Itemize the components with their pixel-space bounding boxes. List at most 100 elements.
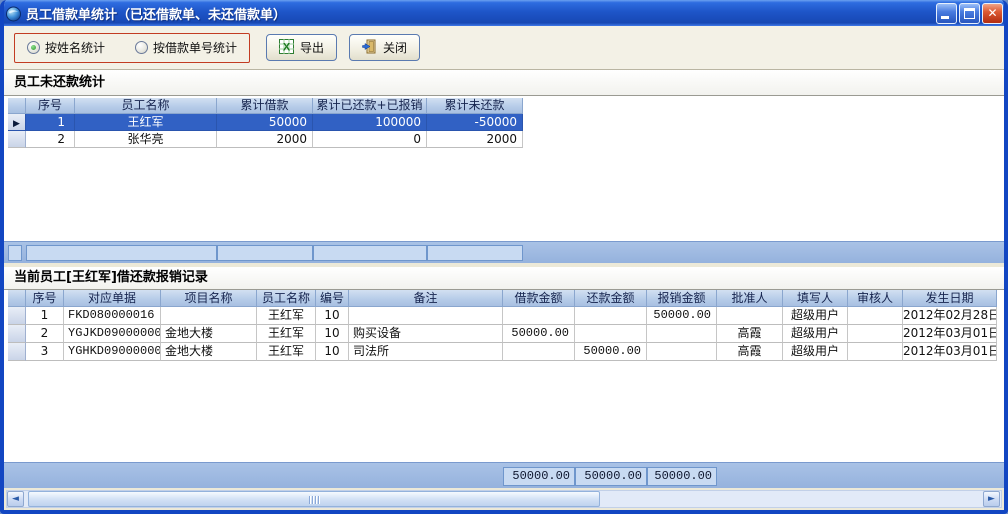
radio-by-loan-number[interactable]: 按借款单号统计 xyxy=(135,39,237,56)
loan-records-panel: 当前员工[王红军]借还款报销记录 序号 对应单据 项目名称 员工名称 编号 备注… xyxy=(4,267,1004,488)
grid2-cell[interactable]: 2012年03月01日 xyxy=(903,325,997,343)
grid1-cell[interactable]: 100000 xyxy=(313,114,427,131)
grid2-col[interactable]: 借款金额 xyxy=(503,290,575,307)
grid1-row-selector[interactable] xyxy=(8,131,26,148)
grid2-cell[interactable]: 2012年03月01日 xyxy=(903,343,997,361)
grid2-col[interactable]: 序号 xyxy=(26,290,64,307)
grid2-cell[interactable]: 王红军 xyxy=(257,307,316,325)
title-bar[interactable]: 员工借款单统计（已还借款单、未还借款单） ✕ xyxy=(0,0,1008,26)
grid2-col[interactable]: 发生日期 xyxy=(903,290,997,307)
grid2-cell[interactable] xyxy=(161,307,257,325)
grid2-cell[interactable]: FKD080000016 xyxy=(64,307,161,325)
app-icon[interactable] xyxy=(5,5,22,22)
grid2-cell[interactable] xyxy=(575,325,647,343)
close-button[interactable]: ✕ xyxy=(982,3,1003,24)
grid2-cell[interactable]: 王红军 xyxy=(257,325,316,343)
grid2-cell[interactable] xyxy=(503,307,575,325)
grid2-col[interactable]: 项目名称 xyxy=(161,290,257,307)
grid2-cell[interactable]: 3 xyxy=(26,343,64,361)
grid2-cell[interactable]: 高霞 xyxy=(717,343,783,361)
grid2-cell[interactable]: 10 xyxy=(316,325,349,343)
grid1-cell[interactable]: 50000 xyxy=(217,114,313,131)
grid2-cell[interactable]: 2012年02月28日 xyxy=(903,307,997,325)
grid2-col[interactable]: 编号 xyxy=(316,290,349,307)
grid2-cell[interactable]: 10 xyxy=(316,307,349,325)
grid2-row[interactable]: 3 YGHKD090000001 金地大楼 王红军 10 司法所 50000.0… xyxy=(8,343,997,361)
grid2-cell[interactable] xyxy=(647,325,717,343)
grid1-footer-cell xyxy=(26,245,217,261)
grid1-cell[interactable]: 0 xyxy=(313,131,427,148)
grid1-col-repaid[interactable]: 累计已还款+已报销 xyxy=(313,98,427,114)
grid2-row-selector[interactable] xyxy=(8,307,26,325)
horizontal-scrollbar[interactable]: ◄ ► xyxy=(6,490,1002,508)
grid2-col[interactable]: 批准人 xyxy=(717,290,783,307)
total-repay: 50000.00 xyxy=(575,467,647,486)
scrollbar-grip-icon xyxy=(309,496,319,504)
grid1-col-seq[interactable]: 序号 xyxy=(26,98,75,114)
grid1-cell[interactable]: 2 xyxy=(26,131,75,148)
grid2-row-selector[interactable] xyxy=(8,325,26,343)
grid2-col[interactable]: 对应单据 xyxy=(64,290,161,307)
grid2-col[interactable]: 填写人 xyxy=(783,290,848,307)
grid2-cell[interactable]: 金地大楼 xyxy=(161,325,257,343)
grid2-cell[interactable]: 王红军 xyxy=(257,343,316,361)
grid2-cell[interactable] xyxy=(349,307,503,325)
close-window-button[interactable]: 关闭 xyxy=(349,34,420,61)
grid2-col[interactable]: 报销金额 xyxy=(647,290,717,307)
grid2-col[interactable]: 审核人 xyxy=(848,290,903,307)
grid2-cell[interactable] xyxy=(717,307,783,325)
grid1-col-name[interactable]: 员工名称 xyxy=(75,98,217,114)
grid1-footer-band xyxy=(4,241,1004,263)
grid2-cell[interactable]: 购买设备 xyxy=(349,325,503,343)
grid2-col[interactable]: 还款金额 xyxy=(575,290,647,307)
grid2-cell[interactable]: 超级用户 xyxy=(783,325,848,343)
grid1-cell[interactable]: -50000 xyxy=(427,114,523,131)
grid2-cell[interactable]: 金地大楼 xyxy=(161,343,257,361)
grid2-cell[interactable]: 10 xyxy=(316,343,349,361)
grid2-cell[interactable]: 超级用户 xyxy=(783,343,848,361)
grid2-row[interactable]: 2 YGJKD090000001 金地大楼 王红军 10 购买设备 50000.… xyxy=(8,325,997,343)
grid1-row[interactable]: 2 张华亮 2000 0 2000 xyxy=(8,131,523,148)
grid2-cell[interactable]: 50000.00 xyxy=(503,325,575,343)
grid2-cell[interactable]: YGJKD090000001 xyxy=(64,325,161,343)
scroll-left-arrow-icon[interactable]: ◄ xyxy=(7,491,24,507)
window-title: 员工借款单统计（已还借款单、未还借款单） xyxy=(26,4,936,23)
radio-by-name[interactable]: 按姓名统计 xyxy=(27,39,105,56)
grid1-footer-borrowed xyxy=(217,245,313,261)
grid1-cell[interactable]: 2000 xyxy=(217,131,313,148)
grid1-cell[interactable]: 王红军 xyxy=(75,114,217,131)
grid2-col[interactable]: 备注 xyxy=(349,290,503,307)
export-button[interactable]: X 导出 xyxy=(266,34,337,61)
grid1-cell[interactable]: 2000 xyxy=(427,131,523,148)
grid1-cell[interactable]: 张华亮 xyxy=(75,131,217,148)
grid2-cell[interactable] xyxy=(848,307,903,325)
grid2-cell[interactable]: 司法所 xyxy=(349,343,503,361)
grid1-selector-header xyxy=(8,98,26,114)
grid2-cell[interactable] xyxy=(575,307,647,325)
scrollbar-thumb[interactable] xyxy=(28,491,600,507)
grid2-row[interactable]: 1 FKD080000016 王红军 10 50000.00 超级用户 2012… xyxy=(8,307,997,325)
grid2-cell[interactable]: 50000.00 xyxy=(575,343,647,361)
grid2-cell[interactable]: 1 xyxy=(26,307,64,325)
minimize-icon xyxy=(941,16,949,19)
grid2-cell[interactable]: 超级用户 xyxy=(783,307,848,325)
grid1-cell[interactable]: 1 xyxy=(26,114,75,131)
grid1-col-unpaid[interactable]: 累计未还款 xyxy=(427,98,523,114)
grid2-cell[interactable] xyxy=(848,325,903,343)
grid2-cell[interactable] xyxy=(647,343,717,361)
grid2-cell[interactable]: 2 xyxy=(26,325,64,343)
grid1-row-selected[interactable]: ▶ 1 王红军 50000 100000 -50000 xyxy=(8,114,523,131)
grid2-col[interactable]: 员工名称 xyxy=(257,290,316,307)
total-reimburse: 50000.00 xyxy=(647,467,717,486)
grid2-cell[interactable]: 高霞 xyxy=(717,325,783,343)
grid2-cell[interactable] xyxy=(503,343,575,361)
grid1-col-borrowed[interactable]: 累计借款 xyxy=(217,98,313,114)
grid2-cell[interactable] xyxy=(848,343,903,361)
unpaid-summary-grid: 序号 员工名称 累计借款 累计已还款+已报销 累计未还款 ▶ 1 王红军 500… xyxy=(8,98,523,148)
grid2-cell[interactable]: 50000.00 xyxy=(647,307,717,325)
grid2-row-selector[interactable] xyxy=(8,343,26,361)
minimize-button[interactable] xyxy=(936,3,957,24)
scroll-right-arrow-icon[interactable]: ► xyxy=(983,491,1000,507)
maximize-button[interactable] xyxy=(959,3,980,24)
grid2-cell[interactable]: YGHKD090000001 xyxy=(64,343,161,361)
